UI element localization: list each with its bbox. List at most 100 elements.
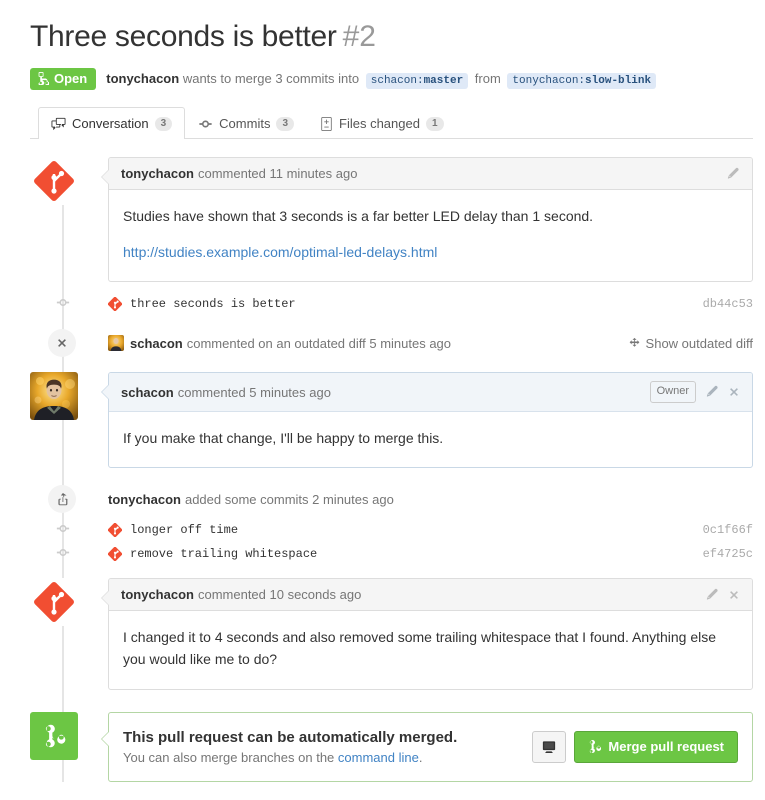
commit-sha[interactable]: 0c1f66f [703,523,753,537]
comment-paragraph: If you make that change, I'll be happy t… [123,429,444,446]
pencil-icon[interactable] [705,588,719,602]
event-row-added-commits: tonychacon added some commits 2 minutes … [48,482,753,516]
tab-conversation-count: 3 [154,116,173,131]
event-meta: added some commits 2 minutes ago [184,491,394,507]
tab-conversation[interactable]: Conversation 3 [38,107,186,139]
timeline-item: schacon commented 5 minutes ago Owner If… [30,372,753,469]
head-branch-owner: tonychacon: [512,75,586,87]
pr-number: #2 [342,20,376,53]
x-icon [48,329,76,358]
commit-author-avatar [107,547,123,562]
comment-discussion-icon [51,117,66,130]
comment-box: schacon commented 5 minutes ago Owner If… [101,372,753,469]
tab-commits[interactable]: Commits 3 [185,107,307,139]
head-branch-badge[interactable]: tonychacon:slow-blink [507,73,657,89]
commit-message[interactable]: longer off time [130,523,238,537]
git-merge-icon [45,724,66,748]
commit-row[interactable]: three seconds is better db44c53 [56,292,753,316]
comment-header: schacon commented 5 minutes ago Owner [109,373,752,412]
pr-timeline: tonychacon commented 11 minutes ago Stud… [30,157,753,782]
git-merge-icon [590,740,602,754]
pr-tabs: Conversation 3 Commits 3 Files changed 1 [30,106,753,139]
comment-box: tonychacon commented 11 minutes ago Stud… [101,157,753,283]
timeline-item: tonychacon commented 10 seconds ago I ch… [30,578,753,690]
comment-actions: Owner [649,381,740,403]
commit-row[interactable]: remove trailing whitespace ef4725c [56,542,753,566]
owner-badge: Owner [649,381,696,403]
comment-paragraph: Studies have shown that 3 seconds is a f… [123,208,594,224]
comment-meta: commented 5 minutes ago [177,384,331,400]
comment-header: tonychacon commented 11 minutes ago [109,158,752,190]
close-icon[interactable] [728,589,740,601]
pr-merge-text-1: wants to merge 3 commits into [182,71,360,86]
study-link[interactable]: http://studies.example.com/optimal-led-d… [123,244,437,260]
commit-sha[interactable]: ef4725c [703,547,753,561]
tab-files-changed-count: 1 [425,116,444,131]
git-logo-avatar-icon [30,157,78,205]
comment-box: tonychacon commented 10 seconds ago I ch… [101,578,753,690]
command-line-link[interactable]: command line [338,750,419,765]
base-branch-badge[interactable]: schacon:master [365,73,469,89]
git-commit-icon [55,522,71,539]
timeline-item: schacon commented on an outdated diff 5 … [48,326,753,360]
comment-paragraph-link: http://studies.example.com/optimal-led-d… [123,242,738,264]
tab-files-changed[interactable]: Files changed 1 [307,107,457,139]
comment-body: Studies have shown that 3 seconds is a f… [109,190,752,281]
event-author[interactable]: schacon [130,336,183,351]
event-author[interactable]: tonychacon [108,492,181,507]
pull-request-page: Three seconds is better #2 Open tonychaco… [0,0,765,782]
avatar[interactable] [30,372,78,421]
base-branch-owner: schacon: [370,75,424,87]
commit-author-avatar [107,523,123,538]
show-outdated-diff-label: Show outdated diff [645,335,753,351]
comment-meta: commented 10 seconds ago [197,587,362,603]
git-commit-icon [55,296,71,313]
comment-author[interactable]: schacon [121,385,174,400]
merge-actions: Merge pull request [532,730,738,763]
git-commit-icon [55,546,71,563]
git-commit-icon [199,120,212,127]
comment-header: tonychacon commented 10 seconds ago [109,579,752,612]
pr-meta-text: tonychacon wants to merge 3 commits into… [106,71,659,89]
comment-meta: commented 11 minutes ago [197,166,358,181]
avatar[interactable] [108,335,124,352]
show-outdated-diff-button[interactable]: Show outdated diff [628,336,753,351]
status-badge-label: Open [54,71,88,86]
pencil-icon[interactable] [705,385,719,399]
repo-push-icon [48,485,76,514]
tab-conversation-label: Conversation [72,116,149,131]
avatar[interactable] [30,578,78,627]
merge-sub-suffix: . [418,749,423,765]
timeline-line [62,157,64,782]
pencil-icon[interactable] [726,167,740,181]
close-icon[interactable] [728,386,740,398]
status-badge: Open [30,68,97,90]
command-line-instructions-button[interactable] [532,730,567,763]
comment-body: I changed it to 4 seconds and also remov… [109,611,752,688]
commit-message[interactable]: three seconds is better [130,297,296,311]
commit-author-avatar [107,297,123,312]
event-meta: commented on an outdated diff 5 minutes … [186,335,452,351]
pr-title-text: Three seconds is better [30,20,337,53]
event-row-outdated-diff: schacon commented on an outdated diff 5 … [48,326,753,360]
timeline-item: longer off time 0c1f66f remove trailing … [56,518,753,566]
comment-actions [726,167,740,181]
timeline-item: tonychacon commented 11 minutes ago Stud… [30,157,753,283]
commit-row[interactable]: longer off time 0c1f66f [56,518,753,542]
pr-merge-text-2: from [474,71,501,86]
avatar[interactable] [30,157,78,205]
comment-author[interactable]: tonychacon [121,587,194,602]
tab-files-changed-label: Files changed [339,116,420,131]
merge-subtitle: You can also merge branches on the comma… [123,750,457,765]
comment-actions [705,588,740,602]
merge-pull-request-button[interactable]: Merge pull request [574,730,738,763]
unfold-diff-icon [629,337,639,347]
commit-sha[interactable]: db44c53 [703,297,753,311]
base-branch-name: master [423,75,464,87]
commit-message[interactable]: remove trailing whitespace [130,547,317,561]
git-logo-avatar-icon [30,578,78,627]
head-branch-name: slow-blink [585,75,652,87]
terminal-icon [543,741,556,753]
comment-author[interactable]: tonychacon [121,166,194,181]
comment-body: If you make that change, I'll be happy t… [109,412,752,468]
